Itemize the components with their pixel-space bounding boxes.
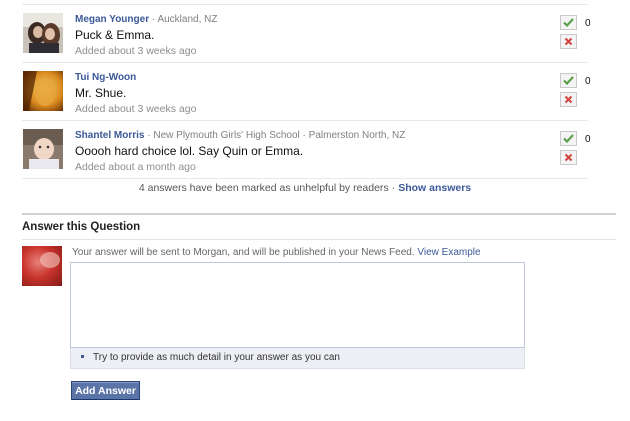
publish-notice-text: Your answer will be sent to Morgan, and … (72, 247, 415, 258)
answer-tip: Try to provide as much detail in your an… (70, 348, 525, 369)
avatar[interactable] (23, 13, 63, 53)
upvote-button[interactable] (560, 15, 577, 30)
answer-item: Shantel Morris · New Plymouth Girls' Hig… (22, 121, 591, 179)
answer-timestamp: Added about a month ago (75, 161, 196, 173)
vote-count: 0 (585, 76, 591, 87)
checkmark-icon (563, 18, 574, 27)
avatar[interactable] (23, 129, 63, 169)
upvote-button[interactable] (560, 131, 577, 146)
add-answer-button[interactable]: Add Answer (71, 381, 140, 400)
view-example-link[interactable]: View Example (417, 247, 480, 258)
upvote-button[interactable] (560, 73, 577, 88)
answer-timestamp: Added about 3 weeks ago (75, 103, 197, 115)
x-mark-icon (564, 153, 573, 162)
answer-text: Ooooh hard choice lol. Say Quin or Emma. (75, 144, 304, 158)
answer-text: Mr. Shue. (75, 86, 127, 100)
meta-separator: · (147, 130, 151, 141)
downvote-button[interactable] (560, 34, 577, 49)
tip-text: Try to provide as much detail in your an… (93, 352, 340, 363)
x-mark-icon (564, 37, 573, 46)
author-name-link[interactable]: Tui Ng-Woon (75, 72, 136, 83)
answer-input[interactable] (70, 262, 525, 348)
answer-meta: Megan Younger · Auckland, NZ (75, 14, 217, 25)
vote-count: 0 (585, 134, 591, 145)
author-name-link[interactable]: Megan Younger (75, 14, 149, 25)
answer-meta: Shantel Morris · New Plymouth Girls' Hig… (75, 130, 405, 141)
notice-separator: · (391, 182, 396, 194)
section-title: Answer this Question (22, 221, 141, 233)
checkmark-icon (563, 76, 574, 85)
author-name-link[interactable]: Shantel Morris (75, 130, 144, 141)
checkmark-icon (563, 134, 574, 143)
answer-timestamp: Added about 3 weeks ago (75, 45, 197, 57)
x-mark-icon (564, 95, 573, 104)
answers-list: Megan Younger · Auckland, NZ Puck & Emma… (22, 4, 591, 179)
answer-text: Puck & Emma. (75, 28, 155, 42)
author-location: Auckland, NZ (157, 14, 218, 25)
unhelpful-answers-notice: 4 answers have been marked as unhelpful … (22, 182, 588, 194)
author-location: New Plymouth Girls' High School · Palmer… (153, 130, 406, 141)
show-answers-link[interactable]: Show answers (398, 182, 471, 194)
publish-notice: Your answer will be sent to Morgan, and … (72, 247, 481, 258)
downvote-button[interactable] (560, 92, 577, 107)
answer-section-header: Answer this Question (22, 213, 616, 240)
avatar[interactable] (23, 71, 63, 111)
vote-count: 0 (585, 18, 591, 29)
downvote-button[interactable] (560, 150, 577, 165)
bullet-icon (81, 354, 84, 358)
unhelpful-text: 4 answers have been marked as unhelpful … (138, 182, 389, 194)
meta-separator: · (151, 14, 156, 25)
answer-item: Tui Ng-Woon Mr. Shue. Added about 3 week… (22, 63, 591, 121)
answer-meta: Tui Ng-Woon (75, 72, 136, 83)
answer-item: Megan Younger · Auckland, NZ Puck & Emma… (22, 5, 591, 63)
current-user-avatar (22, 246, 62, 286)
